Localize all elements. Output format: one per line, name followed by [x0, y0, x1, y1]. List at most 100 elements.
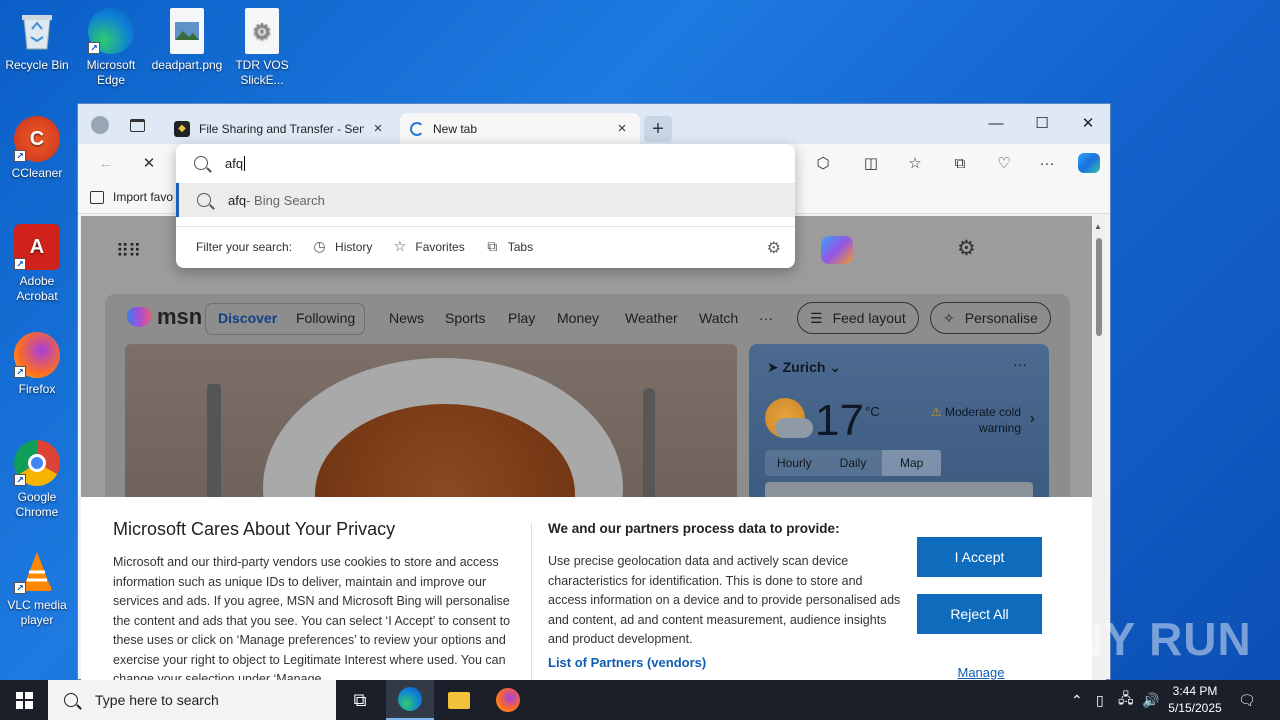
windows-logo-icon	[15, 691, 33, 709]
filter-history-label: History	[335, 239, 373, 254]
accept-button[interactable]: I Accept	[917, 537, 1042, 577]
device-icon[interactable]: ▯	[1096, 680, 1104, 720]
suggestion-suffix: - Bing Search	[246, 192, 325, 208]
import-favorites-label: Import favo	[113, 190, 174, 204]
scroll-up-icon[interactable]: ▲	[1094, 222, 1102, 231]
search-filter-row: Filter your search: ◷ History ☆ Favorites …	[176, 226, 795, 266]
search-settings-icon[interactable]: ⚙	[767, 238, 781, 258]
weather-card[interactable]: ➤ Zurich ⌄ ··· 17 °C ⚠ Moderate cold war…	[749, 344, 1049, 512]
taskbar-search-placeholder: Type here to search	[95, 692, 219, 708]
new-tab-button[interactable]: +	[644, 116, 672, 142]
weather-warning-text: Moderate cold warning	[944, 405, 1021, 435]
nav-play[interactable]: Play	[508, 310, 535, 326]
desktop-icon-chrome[interactable]: ↗ Google Chrome	[0, 440, 74, 520]
app-launcher-icon[interactable]: ⠿⠿	[116, 241, 141, 262]
star-icon: ☆	[393, 238, 407, 254]
search-suggestion[interactable]: afq - Bing Search	[176, 183, 795, 217]
tab-actions-icon[interactable]	[126, 114, 148, 136]
nav-watch[interactable]: Watch	[699, 310, 738, 326]
page-scrollbar[interactable]: ▲	[1092, 216, 1106, 680]
search-icon	[64, 693, 78, 707]
nav-following[interactable]: Following	[296, 310, 355, 326]
stop-loading-icon[interactable]: ✕	[138, 153, 160, 175]
extensions-icon[interactable]: ⬡	[812, 153, 834, 175]
close-window-icon[interactable]: ✕	[1065, 109, 1111, 139]
desktop-icon-vlc[interactable]: ↗ VLC media player	[0, 548, 74, 628]
manage-preferences-link[interactable]: Manage Preferences	[921, 665, 1041, 680]
network-icon[interactable]: 🖧	[1118, 680, 1134, 720]
desktop-icon-label: deadpart.png	[151, 58, 223, 72]
filter-favorites[interactable]: ☆ Favorites	[392, 238, 465, 254]
desktop-icon-tdr[interactable]: ⚙ TDR VOS SlickE...	[225, 8, 299, 88]
taskbar-edge-icon[interactable]	[386, 680, 434, 720]
weather-temperature: 17	[815, 396, 864, 445]
favorites-icon[interactable]: ☆	[904, 153, 926, 175]
more-menu-icon[interactable]: ···	[1036, 153, 1058, 175]
msn-logo[interactable]: msn	[127, 304, 202, 330]
scroll-thumb[interactable]	[1096, 238, 1102, 336]
nav-more[interactable]: ···	[759, 310, 773, 326]
tab-new-tab[interactable]: New tab ×	[400, 113, 640, 144]
address-input[interactable]: afq	[176, 144, 795, 182]
nav-discover[interactable]: Discover	[218, 310, 277, 326]
address-typed-text: afq	[225, 155, 244, 171]
chevron-right-icon[interactable]: ›	[1030, 410, 1035, 428]
desktop-icon-acrobat[interactable]: A ↗ Adobe Acrobat	[0, 224, 74, 304]
notifications-icon[interactable]: 🗨	[1238, 680, 1256, 720]
weather-warning[interactable]: ⚠ Moderate cold warning	[917, 404, 1021, 436]
weather-tab-daily[interactable]: Daily	[824, 450, 883, 476]
weather-tab-map[interactable]: Map	[882, 450, 942, 476]
search-icon	[197, 193, 211, 207]
desktop-icon-recycle-bin[interactable]: Recycle Bin	[0, 8, 74, 73]
msn-logo-text: msn	[157, 304, 203, 329]
settings-file-icon: ⚙	[245, 8, 279, 54]
tab-file-sharing[interactable]: ◆ File Sharing and Transfer - Send L ×	[164, 113, 396, 144]
reject-all-button[interactable]: Reject All	[917, 594, 1042, 634]
knife-shape	[643, 388, 655, 504]
desktop-icon-ccleaner[interactable]: C ↗ CCleaner	[0, 116, 74, 181]
copilot-icon[interactable]	[1078, 153, 1100, 175]
maximize-icon[interactable]: ☐	[1019, 109, 1065, 139]
nav-sports[interactable]: Sports	[445, 310, 485, 326]
volume-icon[interactable]: 🔊	[1142, 680, 1159, 720]
browser-essentials-icon[interactable]: ♡	[993, 153, 1015, 175]
filter-history[interactable]: ◷ History	[312, 239, 372, 254]
nav-news[interactable]: News	[389, 310, 424, 326]
desktop-icon-firefox[interactable]: ↗ Firefox	[0, 332, 74, 397]
start-button[interactable]	[0, 680, 48, 720]
weather-tab-hourly[interactable]: Hourly	[765, 450, 824, 476]
import-favorites-button[interactable]: Import favo	[90, 190, 173, 204]
taskbar-search[interactable]: Type here to search	[48, 680, 336, 720]
desktop-icon-edge[interactable]: ↗ Microsoft Edge	[74, 8, 148, 88]
back-icon[interactable]: ←	[95, 153, 117, 175]
page-settings-icon[interactable]: ⚙	[957, 236, 976, 261]
weather-more-icon[interactable]: ···	[1013, 356, 1027, 372]
weather-location[interactable]: ➤ Zurich ⌄	[767, 359, 841, 376]
feed-layout-button[interactable]: ☰ Feed layout	[797, 302, 919, 334]
history-icon: ◷	[313, 238, 326, 254]
task-view-icon[interactable]: ⧉	[336, 680, 384, 720]
feed-layout-label: Feed layout	[832, 310, 906, 326]
copilot-page-icon[interactable]	[821, 236, 853, 264]
vlc-icon: ↗	[14, 548, 60, 594]
tab-label: New tab	[433, 121, 478, 136]
text-caret	[244, 155, 246, 171]
split-screen-icon[interactable]: ◫	[860, 153, 882, 175]
show-hidden-icons-icon[interactable]: ⌃	[1071, 680, 1083, 720]
filter-tabs[interactable]: ⧉ Tabs	[485, 239, 533, 254]
hero-image[interactable]	[125, 344, 737, 504]
personalise-button[interactable]: ✧ Personalise	[930, 302, 1051, 334]
taskbar-firefox-icon[interactable]	[484, 680, 532, 720]
collections-icon[interactable]: ⧉	[949, 153, 971, 175]
profile-icon[interactable]	[89, 114, 111, 136]
taskbar-file-explorer-icon[interactable]	[435, 680, 483, 720]
desktop-icon-deadpart[interactable]: deadpart.png	[150, 8, 224, 73]
nav-weather[interactable]: Weather	[625, 310, 678, 326]
close-tab-icon[interactable]: ×	[614, 120, 630, 137]
system-clock[interactable]: 3:44 PM 5/15/2025	[1160, 683, 1230, 717]
close-tab-icon[interactable]: ×	[370, 120, 386, 137]
partners-link[interactable]: List of Partners (vendors)	[548, 655, 706, 670]
taskbar: Type here to search ⧉ ⌃ ▯ 🖧 🔊 3:44 PM 5/…	[0, 680, 1280, 720]
minimize-icon[interactable]: —	[973, 109, 1019, 139]
nav-money[interactable]: Money	[557, 310, 599, 326]
